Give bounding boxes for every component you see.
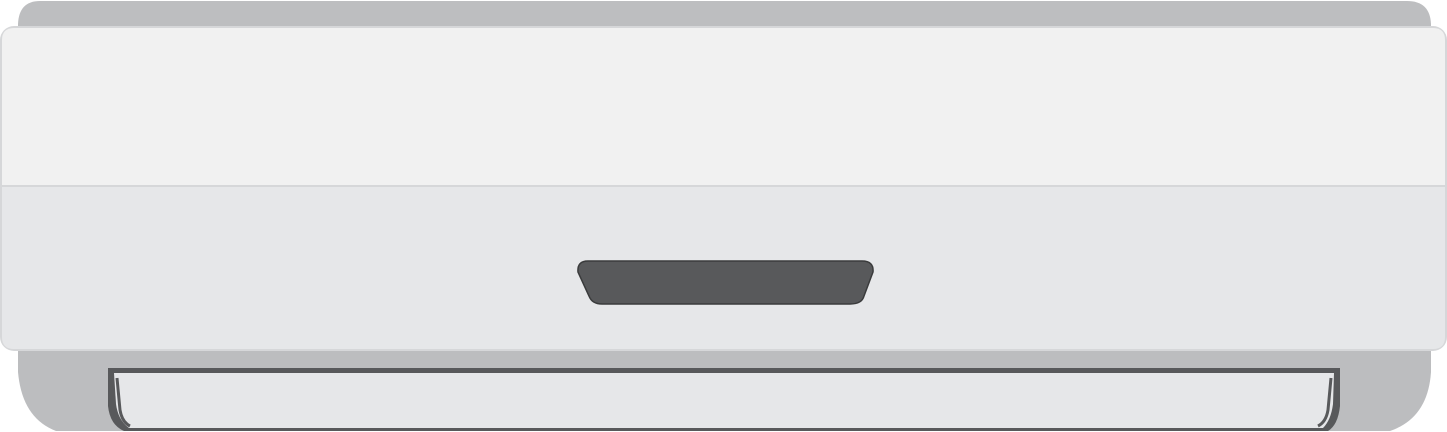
upper-panel bbox=[2, 28, 1445, 186]
illustration-canvas bbox=[0, 0, 1447, 432]
louver-face bbox=[114, 373, 1334, 428]
panel-divider bbox=[2, 185, 1445, 187]
air-conditioner-icon bbox=[0, 1, 1447, 431]
display-window bbox=[577, 260, 874, 305]
